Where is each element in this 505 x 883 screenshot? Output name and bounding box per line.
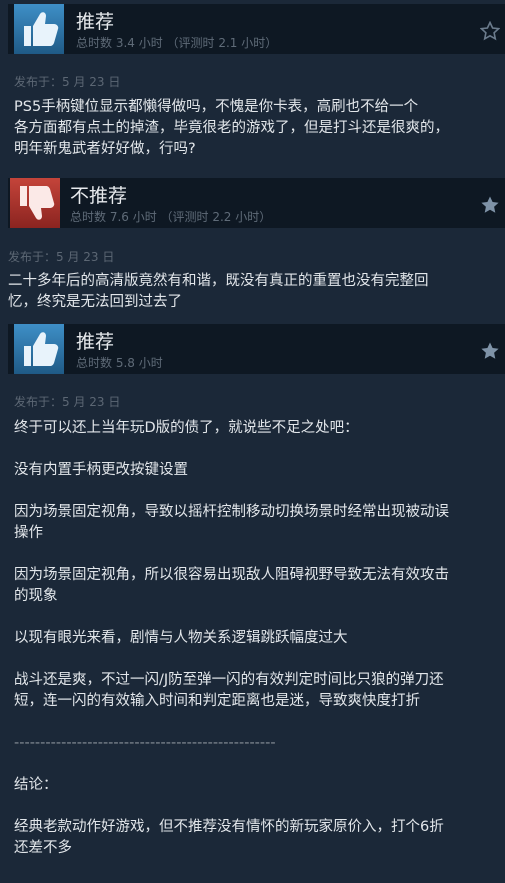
verdict-label: 推荐 (76, 11, 115, 33)
post-date: 发布于：5 月 23 日 (14, 75, 121, 89)
review-line: 因为场景固定视角，所以很容易出现敌人阻碍视野导致无法有效攻击 (14, 567, 449, 583)
review-line: 短，连一闪的有效输入时间和判定距离也是迷，导致爽快度打折 (14, 693, 420, 709)
verdict-label: 不推荐 (70, 185, 128, 207)
thumbs-down-icon (10, 178, 60, 228)
review-header: 推荐 总时数 5.8 小时 (8, 324, 505, 374)
playtime-text: 总时数 5.8 小时 (76, 356, 163, 370)
review-body: 终于可以还上当年玩D版的债了，就说些不足之处吧： 没有内置手柄更改按键设置 因为… (14, 418, 500, 859)
review-line: 结论： (14, 777, 58, 793)
review-line: 操作 (14, 525, 43, 541)
star-outline-icon[interactable] (479, 20, 501, 41)
review-line: PS5手柄键位显示都懒得做吗，不愧是你卡表，高刷也不给一个 (14, 99, 419, 115)
review-line: 还差不多 (14, 840, 72, 856)
star-icon[interactable] (480, 341, 500, 361)
review-line: 的现象 (14, 588, 58, 604)
review-line: 二十多年后的高清版竟然有和谐，既没有真正的重置也没有完整回 (8, 273, 429, 289)
review-header: 不推荐 总时数 7.6 小时 （评测时 2.2 小时） (8, 178, 505, 228)
review-body: PS5手柄键位显示都懒得做吗，不愧是你卡表，高刷也不给一个 各方面都有点土的掉渣… (14, 97, 494, 160)
review-line: 战斗还是爽，不过一闪/J防至弹一闪的有效判定时间比只狼的弹刀还 (14, 672, 444, 688)
playtime-text: 总时数 7.6 小时 （评测时 2.2 小时） (70, 210, 272, 224)
verdict-label: 推荐 (76, 331, 115, 353)
review-line: 因为场景固定视角，导致以摇杆控制移动切换场景时经常出现被动误 (14, 504, 449, 520)
post-date: 发布于：5 月 23 日 (14, 395, 121, 409)
review-line: 各方面都有点土的掉渣，毕竟很老的游戏了，但是打斗还是很爽的， (14, 120, 449, 136)
review-card: 不推荐 总时数 7.6 小时 （评测时 2.2 小时） 发布于：5 月 23 日… (0, 176, 505, 316)
review-line: 明年新鬼武者好好做，行吗? (14, 141, 196, 157)
thumbs-up-icon (14, 4, 64, 54)
review-body: 二十多年后的高清版竟然有和谐，既没有真正的重置也没有完整回 忆，终究是无法回到过… (8, 271, 496, 313)
review-line: 没有内置手柄更改按键设置 (14, 462, 188, 478)
star-icon[interactable] (480, 195, 500, 215)
review-line: 经典老款动作好游戏，但不推荐没有情怀的新玩家原价入，打个6折 (14, 819, 444, 835)
review-line: 终于可以还上当年玩D版的债了，就说些不足之处吧： (14, 420, 359, 436)
review-header: 推荐 总时数 3.4 小时 （评测时 2.1 小时） (8, 4, 505, 54)
review-line: 以现有眼光来看，剧情与人物关系逻辑跳跃幅度过大 (14, 630, 348, 646)
review-card: 推荐 总时数 3.4 小时 （评测时 2.1 小时） 发布于：5 月 23 日 … (0, 0, 505, 165)
review-card: 推荐 总时数 5.8 小时 发布于：5 月 23 日 终于可以还上当年玩D版的债… (0, 320, 505, 883)
thumbs-up-icon (14, 324, 64, 374)
post-date: 发布于：5 月 23 日 (8, 250, 115, 264)
playtime-text: 总时数 3.4 小时 （评测时 2.1 小时） (76, 36, 278, 50)
divider-line: ----------------------------------------… (14, 735, 276, 751)
review-line: 忆，终究是无法回到过去了 (8, 294, 182, 310)
